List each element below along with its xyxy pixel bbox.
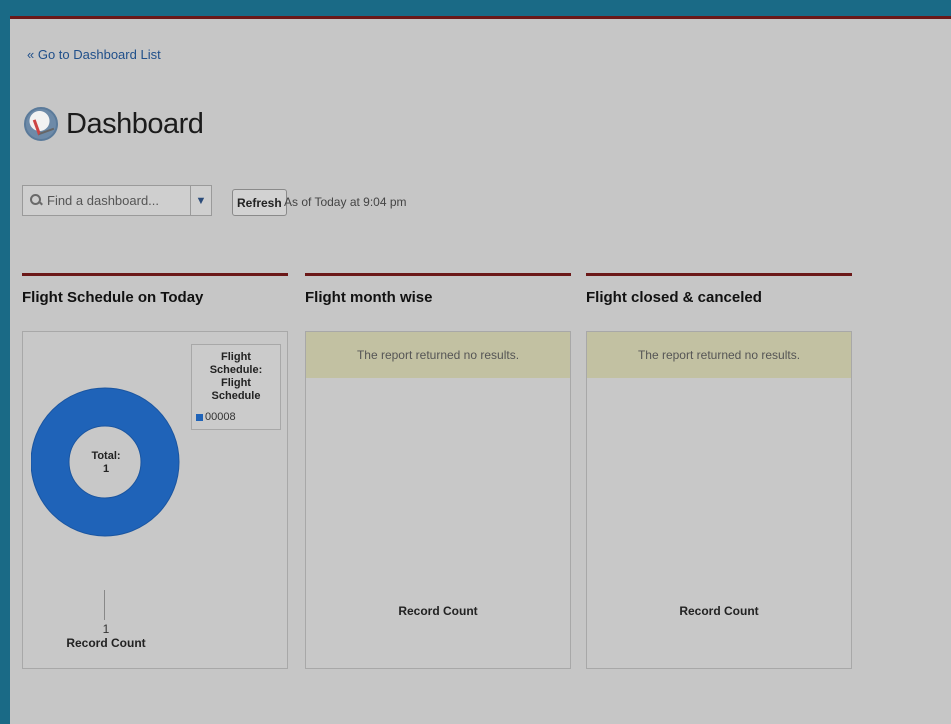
record-count-label: Record Count	[398, 604, 478, 618]
donut-total-value: 1	[102, 463, 110, 475]
component-flight-closed-canceled: Flight closed & canceled The report retu…	[586, 273, 852, 669]
chart-panel[interactable]: The report returned no results. Record C…	[586, 331, 852, 669]
donut-total: Total: 1	[83, 450, 129, 476]
chevron-down-icon[interactable]: ▼	[190, 186, 211, 215]
component-title: Flight Schedule on Today	[22, 289, 204, 306]
component-flight-schedule: Flight Schedule on Today Total: 1 Flight…	[22, 273, 288, 669]
refresh-button[interactable]: Refresh	[232, 189, 287, 216]
component-header-bar	[22, 273, 288, 276]
dashboard-gauge-icon	[24, 107, 58, 141]
no-results-message: The report returned no results.	[306, 332, 570, 378]
legend-item: 00008	[196, 411, 276, 423]
go-to-dashboard-list-link[interactable]: « Go to Dashboard List	[27, 47, 161, 62]
chart-panel[interactable]: The report returned no results. Record C…	[305, 331, 571, 669]
component-header-bar	[586, 273, 852, 276]
donut-total-label: Total:	[91, 450, 121, 462]
component-title: Flight month wise	[305, 289, 433, 306]
legend-swatch	[196, 413, 203, 421]
last-refreshed-text: As of Today at 9:04 pm	[284, 195, 407, 209]
component-header-bar	[305, 273, 571, 276]
chart-legend: Flight Schedule: Flight Schedule 00008	[191, 344, 281, 430]
dashboard-search-box[interactable]: ▼	[22, 185, 212, 216]
search-icon	[29, 193, 45, 209]
record-count-label: Record Count	[679, 604, 759, 618]
dashboard-page: « Go to Dashboard List Dashboard ▼ Refre…	[10, 16, 951, 724]
search-input[interactable]	[45, 193, 194, 208]
component-title: Flight closed & canceled	[586, 289, 762, 306]
legend-item-label: 00008	[205, 411, 236, 423]
slice-value-label: 1	[102, 622, 110, 636]
record-count-label: Record Count	[66, 636, 146, 650]
chart-panel[interactable]: Total: 1 Flight Schedule: Flight Schedul…	[22, 331, 288, 669]
page-title: Dashboard	[66, 107, 204, 140]
value-tick	[104, 590, 105, 620]
no-results-message: The report returned no results.	[587, 332, 851, 378]
component-flight-month-wise: Flight month wise The report returned no…	[305, 273, 571, 669]
page-title-row: Dashboard	[24, 107, 204, 141]
legend-title: Flight Schedule: Flight Schedule	[209, 351, 263, 402]
